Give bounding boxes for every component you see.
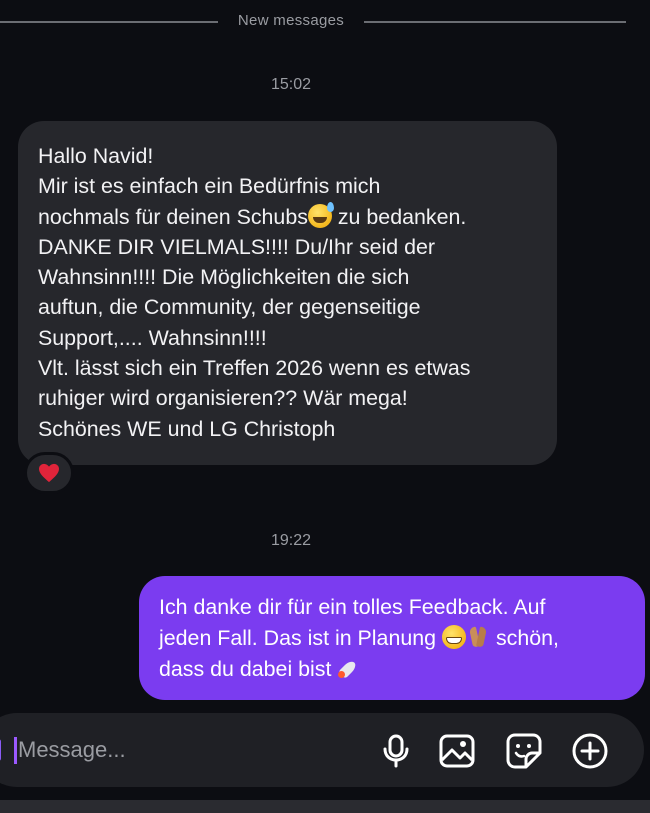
message-timestamp: 15:02 (270, 76, 312, 93)
message-line: nochmals für deinen Schubs zu bedanken. (38, 201, 539, 232)
message-composer[interactable]: Message... (0, 713, 644, 787)
rocket-emoji-icon (337, 656, 361, 680)
message-line: jeden Fall. Das ist in Planung schön, (159, 623, 631, 654)
microphone-icon[interactable] (377, 732, 415, 770)
text-caret (14, 737, 17, 764)
new-messages-divider: New messages (0, 12, 650, 34)
message-line: Wahnsinn!!!! Die Möglichkeiten die sich (38, 265, 410, 290)
message-text: nochmals für deinen Schubs (38, 204, 308, 229)
message-timestamp: 19:22 (270, 532, 312, 549)
message-text: dass du dabei bist (159, 657, 338, 681)
plus-icon[interactable] (571, 732, 609, 770)
message-line: dass du dabei bist (159, 654, 631, 685)
message-line: DANKE DIR VIELMALS!!!! Du/Ihr seid der (38, 234, 436, 259)
divider-label: New messages (237, 12, 345, 29)
image-icon[interactable] (438, 732, 476, 770)
bottom-bar (0, 800, 650, 813)
folded-hands-emoji-icon (466, 625, 490, 649)
incoming-message-bubble[interactable]: Hallo Navid! Mir ist es einfach ein Bedü… (18, 121, 557, 465)
sticker-icon[interactable] (505, 732, 543, 770)
message-line: auftun, die Community, der gegenseitige (38, 295, 421, 320)
heart-reaction[interactable] (24, 452, 74, 494)
message-text: jeden Fall. Das ist in Planung (159, 626, 442, 650)
message-line: ruhiger wird organisieren?? Wär mega! (38, 386, 408, 411)
heart-icon (39, 463, 59, 483)
message-line: Hallo Navid! (38, 144, 154, 168)
message-line: Mir ist es einfach ein Bedürfnis mich (38, 174, 381, 199)
message-text: zu bedanken. (331, 204, 467, 229)
grinning-sweat-emoji-icon (307, 201, 334, 228)
message-text: schön, (490, 626, 559, 650)
message-line: Schönes WE und LG Christoph (38, 416, 336, 441)
grinning-face-emoji-icon (442, 625, 466, 649)
outgoing-message-bubble[interactable]: Ich danke dir für ein tolles Feedback. A… (139, 576, 645, 700)
divider-line-left (0, 21, 218, 23)
message-input[interactable]: Message... (18, 737, 126, 763)
chat-view: New messages 15:02 Hallo Navid! Mir ist … (0, 0, 650, 813)
message-line: Ich danke dir für ein tolles Feedback. A… (159, 595, 546, 619)
composer-accent-edge (0, 739, 1, 761)
divider-line-right (364, 21, 626, 23)
message-line: Vlt. lässt sich ein Treffen 2026 wenn es… (38, 356, 471, 381)
message-line: Support,.... Wahnsinn!!!! (38, 325, 267, 350)
